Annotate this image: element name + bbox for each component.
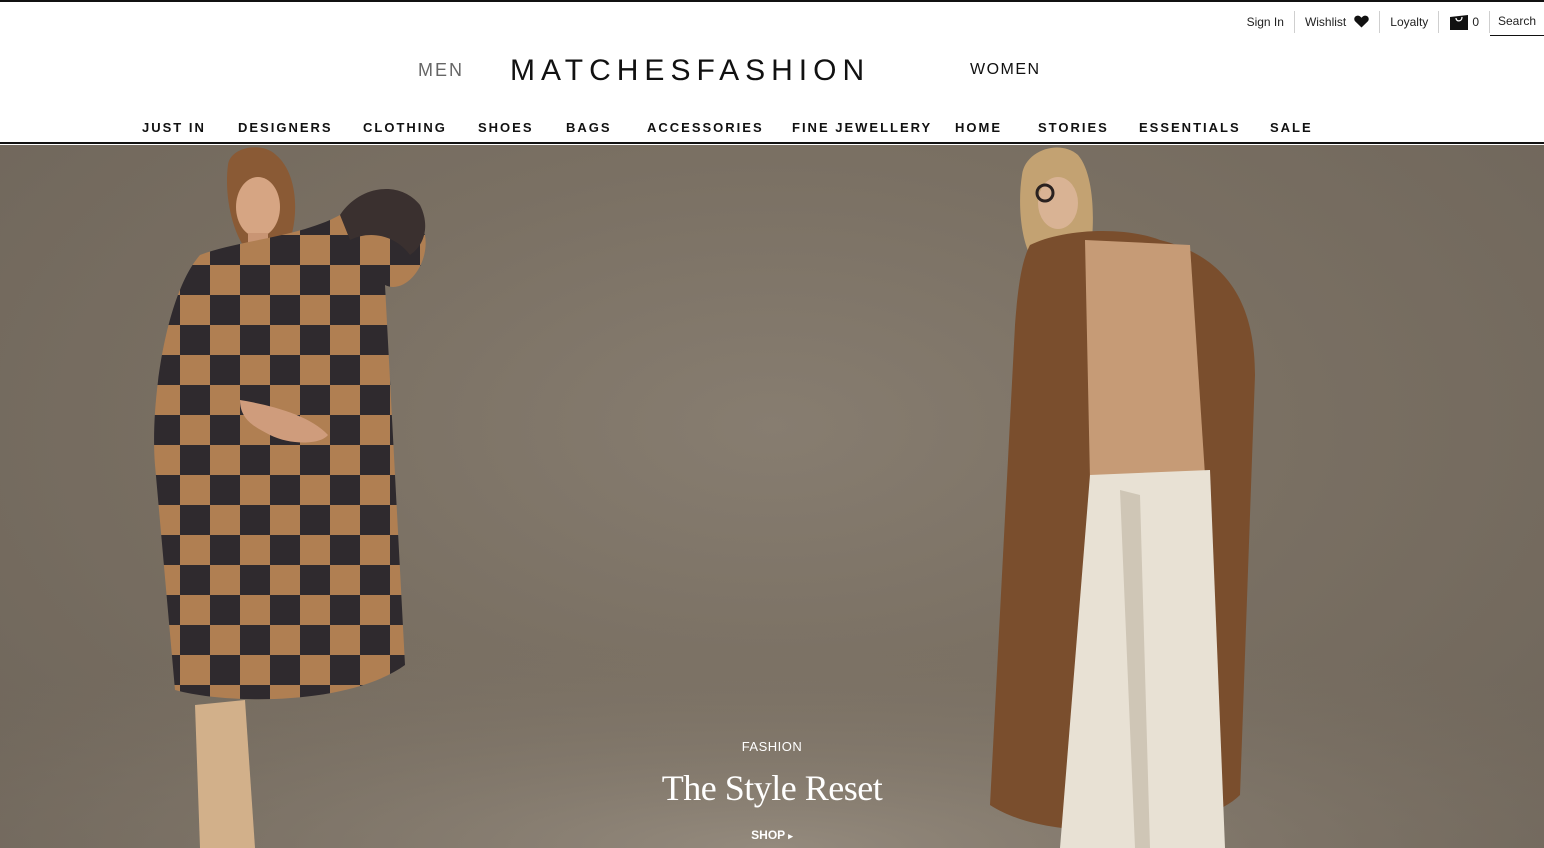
sign-in-label: Sign In [1246,15,1284,29]
nav-bags[interactable]: BAGS [566,120,612,135]
nav-divider [0,142,1544,144]
wishlist-link[interactable]: Wishlist [1295,10,1379,34]
shopping-bag-button[interactable]: 0 [1439,10,1489,34]
wishlist-label: Wishlist [1304,15,1347,29]
hero-shop-label: SHOP [751,828,785,842]
utility-bar: Sign In Wishlist Loyalty 0 Search [1237,8,1544,36]
nav-sale[interactable]: SALE [1270,120,1313,135]
nav-just-in[interactable]: JUST IN [142,120,206,135]
nav-clothing[interactable]: CLOTHING [363,120,447,135]
nav-shoes[interactable]: SHOES [478,120,534,135]
hero-kicker: FASHION [741,739,803,754]
top-border [0,0,1544,2]
nav-stories[interactable]: STORIES [1038,120,1109,135]
nav-fine-jewellery[interactable]: FINE JEWELLERY [792,120,932,135]
search-link[interactable]: Search [1490,9,1544,36]
caret-right-icon: ▸ [788,831,793,841]
brand-header: MEN MATCHESFASHION WOMEN [0,50,1544,90]
men-link[interactable]: MEN [418,60,464,81]
heart-icon [1354,15,1370,30]
bag-count: 0 [1472,15,1479,29]
loyalty-link[interactable]: Loyalty [1380,10,1438,34]
nav-designers[interactable]: DESIGNERS [238,120,333,135]
search-label: Search [1498,13,1537,28]
women-link[interactable]: WOMEN [970,61,1041,79]
nav-accessories[interactable]: ACCESSORIES [647,120,764,135]
nav-essentials[interactable]: ESSENTIALS [1139,120,1241,135]
hero-title: The Style Reset [661,768,883,808]
hero-shop-link[interactable]: SHOP ▸ [0,828,1544,842]
matchesfashion-logo[interactable]: MATCHESFASHION [510,54,870,88]
nav-home[interactable]: HOME [955,120,1002,135]
main-navigation: JUST IN DESIGNERS CLOTHING SHOES BAGS AC… [0,120,1544,140]
shopping-bag-icon [1449,14,1469,30]
sign-in-link[interactable]: Sign In [1237,10,1294,34]
hero-banner[interactable]: FASHION The Style Reset SHOP ▸ [0,145,1544,848]
loyalty-label: Loyalty [1390,15,1429,29]
